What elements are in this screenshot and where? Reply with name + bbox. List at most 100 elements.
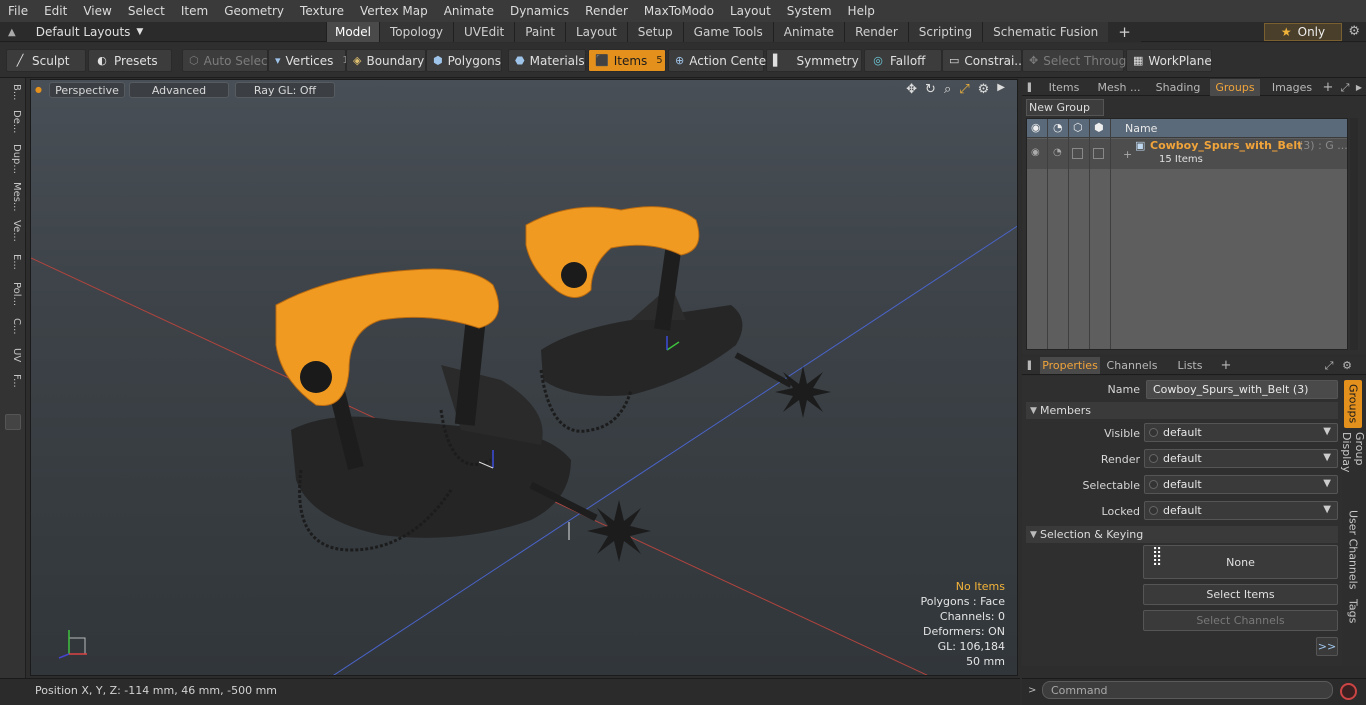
record-icon[interactable] bbox=[1340, 683, 1357, 700]
presets-button[interactable]: ◐ Presets bbox=[88, 49, 172, 72]
polygons-button[interactable]: ⬢ Polygons bbox=[426, 49, 502, 72]
menu-file[interactable]: File bbox=[0, 4, 36, 18]
spur-rear[interactable] bbox=[525, 206, 831, 433]
side-tab-groups[interactable]: Groups bbox=[1344, 380, 1362, 428]
tab-layout[interactable]: Layout bbox=[564, 22, 627, 42]
zoom-icon[interactable]: ⌕ bbox=[944, 82, 951, 97]
viewport-menu-icon[interactable]: ● bbox=[35, 85, 42, 94]
menu-edit[interactable]: Edit bbox=[36, 4, 75, 18]
falloff-button[interactable]: ◎ Falloff bbox=[864, 49, 942, 72]
new-group-button[interactable]: New Group bbox=[1026, 99, 1104, 116]
fit-icon[interactable]: ⤢ bbox=[959, 82, 969, 97]
left-tab-basic[interactable]: B... bbox=[4, 84, 22, 108]
menu-item[interactable]: Item bbox=[173, 4, 216, 18]
visibility-toggle[interactable]: ◉ bbox=[1031, 147, 1040, 158]
spur-front[interactable] bbox=[275, 268, 651, 562]
tab-lists[interactable]: Lists bbox=[1166, 357, 1214, 374]
keyframe-dot-icon[interactable] bbox=[1149, 506, 1158, 515]
left-tab-fusion[interactable]: F... bbox=[4, 374, 22, 404]
left-tab-duplicate[interactable]: Dup... bbox=[4, 144, 22, 178]
gear-icon[interactable]: ⚙ bbox=[1340, 357, 1354, 374]
keyframe-dot-icon[interactable] bbox=[1149, 454, 1158, 463]
select-channels-button[interactable]: Select Channels bbox=[1143, 610, 1338, 631]
workplane-button[interactable]: ▦ WorkPlane bbox=[1126, 49, 1212, 72]
tab-model[interactable]: Model bbox=[326, 22, 379, 42]
menu-animate[interactable]: Animate bbox=[436, 4, 502, 18]
only-button[interactable]: ★ Only bbox=[1264, 23, 1342, 41]
lock-toggle[interactable] bbox=[1072, 148, 1083, 159]
vertices-button[interactable]: ▾ Vertices 1 bbox=[268, 49, 349, 72]
rotate-icon[interactable]: ↻ bbox=[925, 82, 936, 97]
tab-uvedit[interactable]: UVEdit bbox=[453, 22, 515, 42]
name-column-header[interactable]: Name bbox=[1125, 122, 1157, 135]
3d-viewport[interactable]: Perspective Advanced Ray GL: Off ● ✥ ↻ ⌕… bbox=[30, 79, 1018, 676]
render-toggle[interactable]: ◔ bbox=[1053, 147, 1062, 158]
gear-icon[interactable]: ⚙ bbox=[1348, 24, 1360, 39]
expand-plus-icon[interactable]: + bbox=[1123, 148, 1132, 161]
lock-icon[interactable]: ⬡ bbox=[1073, 121, 1083, 134]
expand-icon[interactable]: ⤢ bbox=[1322, 357, 1336, 374]
keyframe-dot-icon[interactable] bbox=[1149, 428, 1158, 437]
action-center-button[interactable]: ⊕ Action Center bbox=[668, 49, 771, 72]
left-strip-toggle[interactable] bbox=[5, 414, 21, 430]
tab-items[interactable]: Items bbox=[1040, 79, 1088, 96]
materials-button[interactable]: ⬣ Materials bbox=[508, 49, 586, 72]
tab-scroll-icon[interactable]: ▶ bbox=[1354, 79, 1364, 96]
panel-menu-icon[interactable]: ▌ bbox=[1024, 79, 1038, 96]
menu-view[interactable]: View bbox=[75, 4, 119, 18]
raygl-toggle[interactable]: Ray GL: Off bbox=[235, 82, 335, 98]
left-tab-mesh[interactable]: Mes... bbox=[4, 182, 22, 216]
left-tab-polygon[interactable]: Pol... bbox=[4, 282, 22, 312]
menu-select[interactable]: Select bbox=[120, 4, 173, 18]
side-tab-group-display[interactable]: Group Display bbox=[1340, 432, 1366, 504]
select-through-button[interactable]: ✥ Select Through bbox=[1022, 49, 1134, 72]
menu-system[interactable]: System bbox=[779, 4, 840, 18]
eye-icon[interactable]: ◉ bbox=[1031, 121, 1041, 134]
keyframe-dot-icon[interactable] bbox=[1149, 480, 1158, 489]
add-tab-icon[interactable]: + bbox=[1322, 79, 1334, 96]
more-button[interactable]: >> bbox=[1316, 637, 1338, 656]
tab-animate[interactable]: Animate bbox=[772, 22, 845, 42]
items-button[interactable]: ⬛ Items 5 bbox=[588, 49, 666, 72]
left-tab-deform[interactable]: De... bbox=[4, 110, 22, 140]
menu-layout[interactable]: Layout bbox=[722, 4, 779, 18]
menu-dynamics[interactable]: Dynamics bbox=[502, 4, 577, 18]
tab-paint[interactable]: Paint bbox=[514, 22, 565, 42]
tab-topology[interactable]: Topology bbox=[379, 22, 453, 42]
tab-schematic-fusion[interactable]: Schematic Fusion bbox=[982, 22, 1109, 42]
visible-dropdown[interactable]: default ▼ bbox=[1144, 423, 1338, 442]
render-dropdown[interactable]: default ▼ bbox=[1144, 449, 1338, 468]
menu-geometry[interactable]: Geometry bbox=[216, 4, 292, 18]
side-tab-tags[interactable]: Tags bbox=[1344, 596, 1362, 626]
selectable-dropdown[interactable]: default ▼ bbox=[1144, 475, 1338, 494]
expand-icon[interactable]: ⤢ bbox=[1338, 79, 1352, 96]
tab-scripting[interactable]: Scripting bbox=[907, 22, 983, 42]
settings-icon[interactable]: ⚙ bbox=[978, 82, 990, 97]
constraints-button[interactable]: ▭ Constrai... bbox=[942, 49, 1026, 72]
command-input[interactable]: Command bbox=[1042, 681, 1333, 699]
pan-icon[interactable]: ✥ bbox=[906, 82, 917, 97]
select-items-button[interactable]: Select Items bbox=[1143, 584, 1338, 605]
shading-mode-dropdown[interactable]: Advanced bbox=[129, 82, 229, 98]
boundary-button[interactable]: ◈ Boundary bbox=[346, 49, 426, 72]
add-tab-button[interactable]: + bbox=[1108, 22, 1141, 42]
left-tab-edge[interactable]: E... bbox=[4, 254, 22, 280]
group-row[interactable]: ◉ ◔ + ▣ Cowboy_Spurs_with_Belt (3) : G .… bbox=[1027, 139, 1348, 169]
left-tab-uv[interactable]: UV bbox=[4, 348, 22, 370]
tab-render[interactable]: Render bbox=[844, 22, 908, 42]
symmetry-button[interactable]: ▌ Symmetry bbox=[766, 49, 862, 72]
menu-help[interactable]: Help bbox=[840, 4, 883, 18]
tab-mesh[interactable]: Mesh ... bbox=[1092, 79, 1146, 96]
tab-game-tools[interactable]: Game Tools bbox=[682, 22, 773, 42]
locked-dropdown[interactable]: default ▼ bbox=[1144, 501, 1338, 520]
menu-texture[interactable]: Texture bbox=[292, 4, 352, 18]
panel-menu-icon[interactable]: ▌ bbox=[1024, 357, 1038, 374]
select-toggle[interactable] bbox=[1093, 148, 1104, 159]
sculpt-button[interactable]: ╱ Sculpt bbox=[6, 49, 86, 72]
play-icon[interactable]: ▶ bbox=[997, 82, 1005, 97]
tab-groups[interactable]: Groups bbox=[1210, 79, 1260, 96]
tab-images[interactable]: Images bbox=[1266, 79, 1318, 96]
groups-scrollbar[interactable] bbox=[1350, 118, 1358, 350]
menu-vertex-map[interactable]: Vertex Map bbox=[352, 4, 436, 18]
left-tab-curve[interactable]: C... bbox=[4, 318, 22, 344]
